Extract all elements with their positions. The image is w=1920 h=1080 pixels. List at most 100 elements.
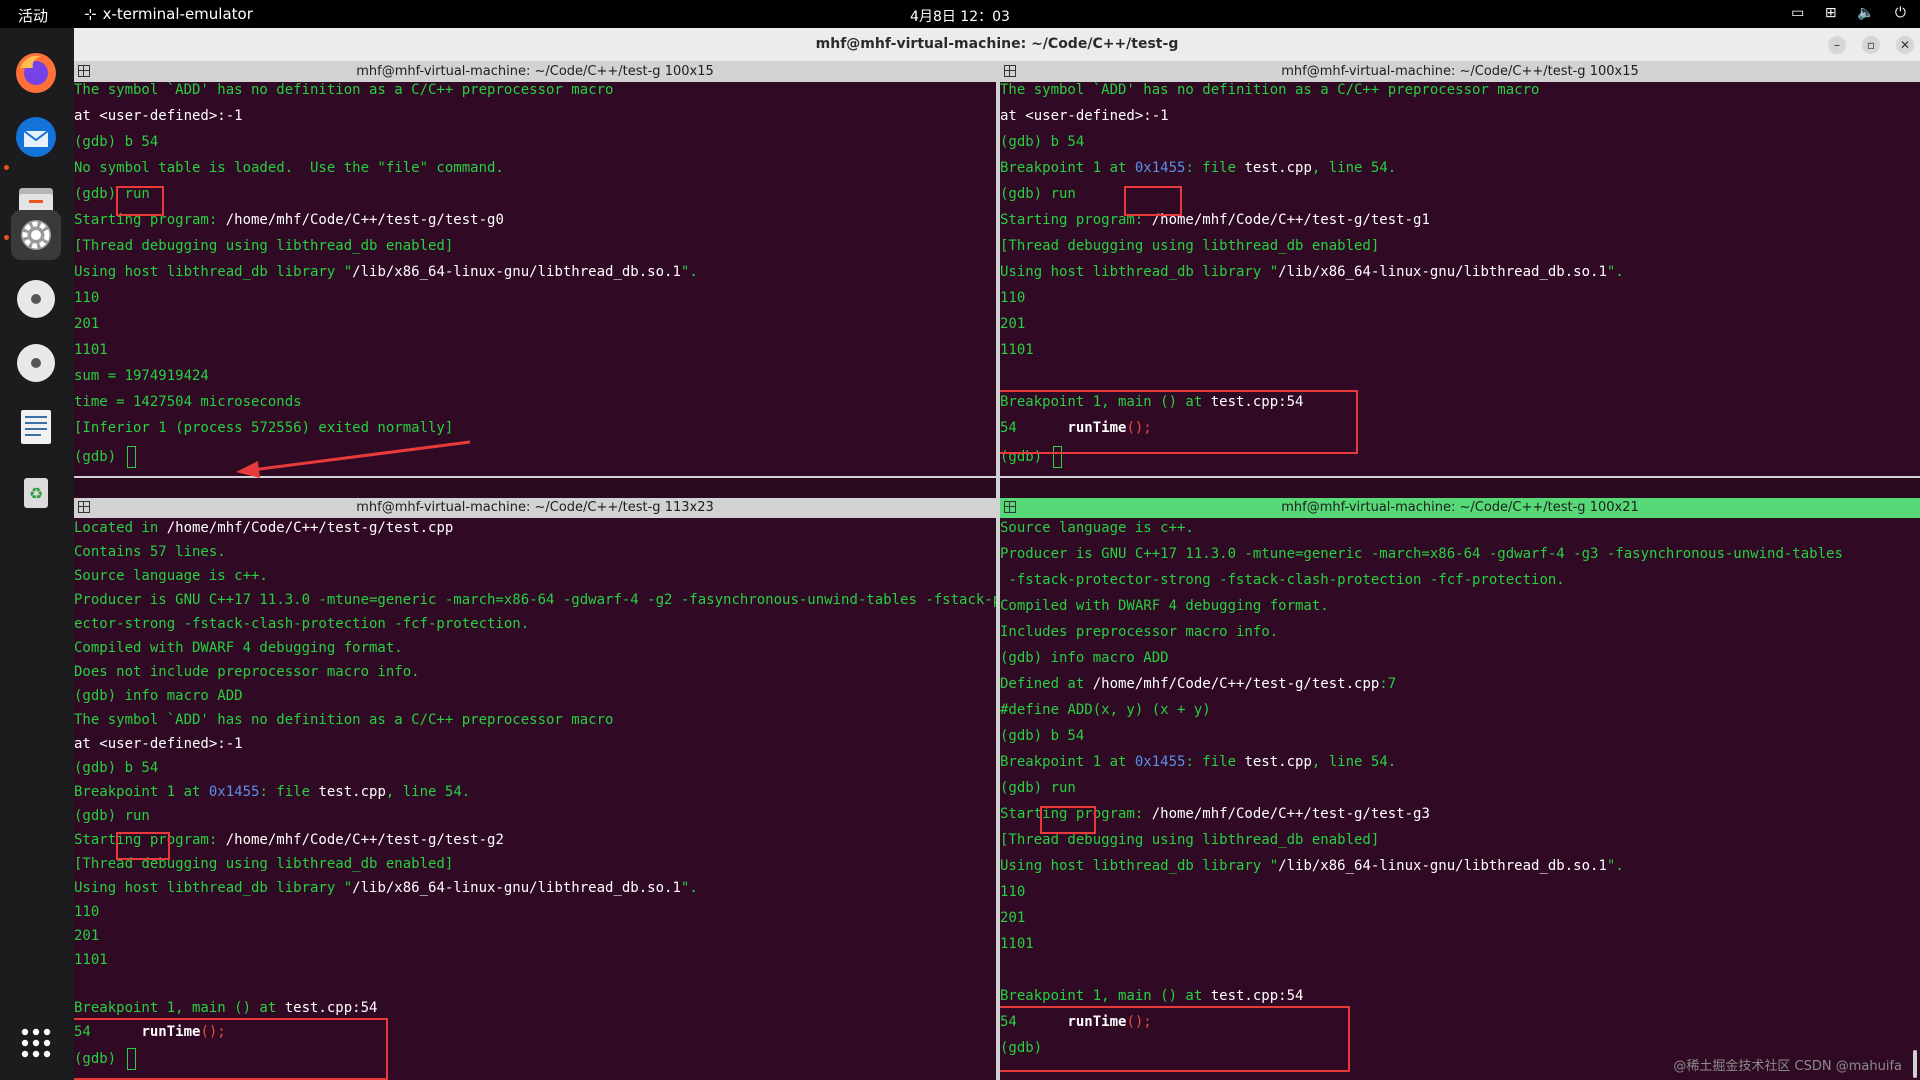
pane-header[interactable]: mhf@mhf-virtual-machine: ~/Code/C++/test…: [74, 62, 996, 82]
output-line: (gdb) info macro ADD: [74, 688, 243, 704]
terminal-window: mhf@mhf-virtual-machine: ~/Code/C++/test…: [74, 28, 1920, 1080]
output-line: sum = 1974919424: [74, 368, 209, 384]
disc-dock-item-2[interactable]: [11, 338, 61, 388]
disc-icon: [17, 280, 55, 318]
output-line: ector-strong -fstack-clash-protection -f…: [74, 616, 530, 632]
gdb-prompt: (gdb): [1000, 186, 1051, 202]
pane-header[interactable]: mhf@mhf-virtual-machine: ~/Code/C++/test…: [74, 498, 996, 518]
output-line: 110: [74, 904, 100, 920]
text-editor-dock-item[interactable]: [11, 402, 61, 452]
show-apps-dock-item[interactable]: [11, 1018, 61, 1068]
output-line: -fstack-protector-strong -fstack-clash-p…: [1000, 572, 1565, 588]
close-button[interactable]: ✕: [1896, 36, 1914, 54]
output-line: at <user-defined>:-1: [74, 108, 243, 124]
network-icon[interactable]: ⊞: [1825, 5, 1837, 21]
text-cursor: [126, 446, 136, 468]
output-line: at <user-defined>:-1: [1000, 108, 1169, 124]
output-line: (gdb) run: [74, 808, 150, 824]
disc-icon: [17, 344, 55, 382]
output-line: Breakpoint 1 at 0x1455: file test.cpp, l…: [1000, 160, 1397, 176]
output-line: Using host libthread_db library "/lib/x8…: [1000, 264, 1624, 280]
output-line: [Thread debugging using libthread_db ena…: [74, 238, 454, 254]
terminal-pane-top-left[interactable]: mhf@mhf-virtual-machine: ~/Code/C++/test…: [74, 62, 996, 476]
output-line: 110: [74, 290, 100, 306]
run-command: run: [1050, 780, 1076, 796]
pane-header-active[interactable]: mhf@mhf-virtual-machine: ~/Code/C++/test…: [1000, 498, 1920, 518]
output-line: Breakpoint 1, main () at test.cpp:54: [1000, 988, 1304, 1004]
terminal-output[interactable]: Source language is c++. Producer is GNU …: [1000, 518, 1920, 1080]
output-line: 201: [1000, 910, 1026, 926]
output-line: 1101: [1000, 342, 1034, 358]
text-editor-icon: [21, 410, 51, 444]
pane-title: mhf@mhf-virtual-machine: ~/Code/C++/test…: [356, 500, 714, 515]
power-icon[interactable]: ⏻: [1895, 5, 1906, 21]
pane-title: mhf@mhf-virtual-machine: ~/Code/C++/test…: [1281, 500, 1639, 515]
firefox-dock-item[interactable]: [11, 48, 61, 98]
firefox-icon: [16, 53, 56, 93]
output-line: #define ADD(x, y) (x + y): [1000, 702, 1211, 718]
maximize-button[interactable]: ▫: [1862, 36, 1880, 54]
output-line: [Thread debugging using libthread_db ena…: [1000, 832, 1380, 848]
output-line: at <user-defined>:-1: [74, 736, 243, 752]
system-tray[interactable]: ▭ ⊞ 🔈 ⏻: [1775, 5, 1906, 21]
volume-icon[interactable]: 🔈: [1857, 5, 1874, 21]
output-line: 1101: [74, 342, 108, 358]
pane-title: mhf@mhf-virtual-machine: ~/Code/C++/test…: [356, 64, 714, 79]
terminal-pane-bottom-left[interactable]: mhf@mhf-virtual-machine: ~/Code/C++/test…: [74, 498, 996, 1080]
output-line: Includes preprocessor macro info.: [1000, 624, 1279, 640]
scrollbar[interactable]: [1913, 1050, 1917, 1078]
terminal-output[interactable]: The symbol `ADD' has no definition as a …: [74, 82, 996, 476]
output-line: Breakpoint 1, main () at test.cpp:54: [74, 1000, 378, 1016]
output-line: The symbol `ADD' has no definition as a …: [74, 712, 614, 728]
disc-dock-item-1[interactable]: [11, 274, 61, 324]
split-grid-icon[interactable]: [1004, 65, 1016, 77]
output-line: 110: [1000, 884, 1026, 900]
output-line: 201: [74, 316, 100, 332]
terminal-pane-bottom-right[interactable]: mhf@mhf-virtual-machine: ~/Code/C++/test…: [1000, 498, 1920, 1080]
pane-header[interactable]: mhf@mhf-virtual-machine: ~/Code/C++/test…: [1000, 62, 1920, 82]
split-grid-icon[interactable]: [78, 501, 90, 513]
pane-divider-vertical[interactable]: [996, 62, 1000, 1080]
highlight-box-run: [1124, 186, 1182, 216]
split-grid-icon[interactable]: [78, 65, 90, 77]
keyboard-icon[interactable]: ▭: [1791, 5, 1804, 21]
highlight-box-run: [1040, 806, 1096, 834]
window-titlebar[interactable]: mhf@mhf-virtual-machine: ~/Code/C++/test…: [74, 28, 1920, 62]
output-line: Source language is c++.: [1000, 520, 1194, 536]
system-top-bar: 活动 ⊹ x-terminal-emulator 4月8日 12：03 ▭ ⊞ 🔈…: [0, 0, 1920, 28]
output-line: (gdb) run: [1000, 186, 1076, 202]
highlight-box-breakpoint: [1000, 390, 1358, 454]
output-line: (gdb) b 54: [74, 760, 159, 776]
gdb-prompt: (gdb): [1000, 780, 1051, 796]
terminal-pane-top-right[interactable]: mhf@mhf-virtual-machine: ~/Code/C++/test…: [1000, 62, 1920, 476]
output-line: Source language is c++.: [74, 568, 268, 584]
highlight-box-breakpoint: [1000, 1006, 1350, 1072]
output-line: No symbol table is loaded. Use the "file…: [74, 160, 504, 176]
output-line: [Thread debugging using libthread_db ena…: [1000, 238, 1380, 254]
terminal-output[interactable]: Located in /home/mhf/Code/C++/test-g/tes…: [74, 518, 996, 1080]
trash-dock-item[interactable]: ♻: [11, 466, 61, 516]
gdb-prompt: (gdb): [74, 808, 125, 824]
output-line: [Inferior 1 (process 572556) exited norm…: [74, 420, 454, 436]
output-line: 201: [1000, 316, 1026, 332]
output-line: Using host libthread_db library "/lib/x8…: [1000, 858, 1624, 874]
run-command: run: [124, 808, 150, 824]
output-line: 201: [74, 928, 100, 944]
thunderbird-icon: [16, 117, 56, 157]
output-line: Compiled with DWARF 4 debugging format.: [74, 640, 403, 656]
output-line: 110: [1000, 290, 1026, 306]
thunderbird-dock-item[interactable]: [11, 112, 61, 162]
output-line: Using host libthread_db library "/lib/x8…: [74, 264, 698, 280]
split-grid-icon[interactable]: [1004, 501, 1016, 513]
output-line: 1101: [74, 952, 108, 968]
output-line: Starting program: /home/mhf/Code/C++/tes…: [1000, 212, 1430, 228]
window-title: mhf@mhf-virtual-machine: ~/Code/C++/test…: [815, 36, 1179, 52]
svg-text:♻: ♻: [29, 484, 43, 503]
output-line: (gdb) b 54: [74, 134, 159, 150]
pane-divider-horizontal[interactable]: [74, 476, 1920, 478]
gdb-prompt-line[interactable]: (gdb): [74, 446, 136, 468]
minimize-button[interactable]: –: [1828, 36, 1846, 54]
output-line: Does not include preprocessor macro info…: [74, 664, 420, 680]
clock[interactable]: 4月8日 12：03: [0, 6, 1920, 26]
settings-dock-item[interactable]: [11, 210, 61, 260]
